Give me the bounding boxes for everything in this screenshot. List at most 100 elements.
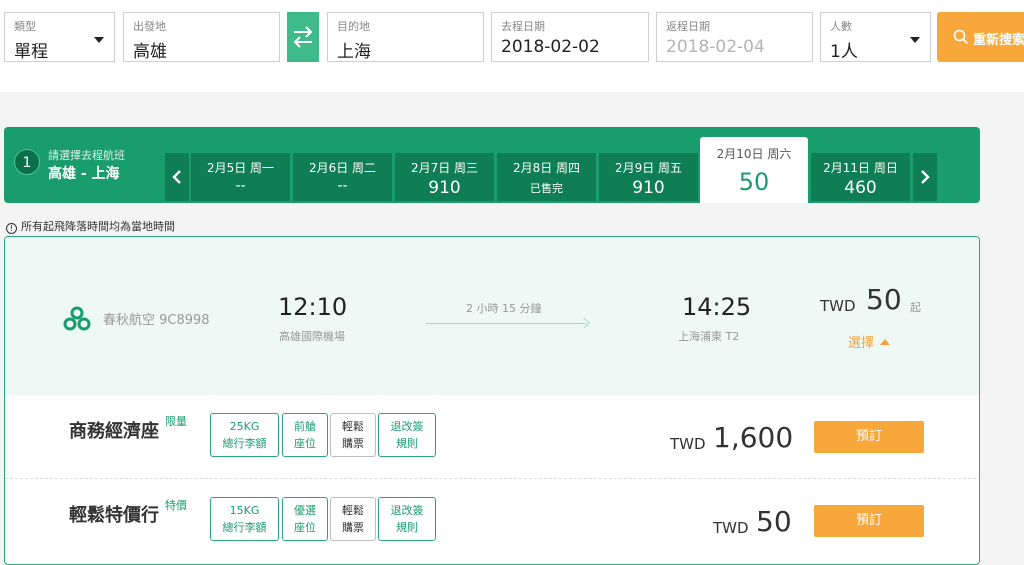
- date-tab-price: --: [337, 178, 348, 194]
- book-button[interactable]: 預訂: [814, 505, 924, 537]
- date-tab-price: 已售完: [530, 182, 563, 195]
- fare-feature-baggage[interactable]: 25KG 總行李額: [210, 413, 279, 457]
- date-tab-price: 910: [632, 178, 665, 198]
- feature-line: 座位: [294, 521, 316, 534]
- flight-card: 春秋航空 9C8998 12:10 高雄國際機場 2 小時 15 分鐘 14:2…: [4, 236, 980, 565]
- passengers-label: 人數: [830, 20, 852, 33]
- destination-field[interactable]: 目的地 上海: [327, 12, 484, 62]
- depart-date-field[interactable]: 去程日期 2018-02-02: [491, 12, 649, 62]
- feature-line: 總行李額: [222, 521, 267, 534]
- date-tab-date: 2月9日 周五: [614, 161, 683, 175]
- feature-line: 購票: [342, 437, 364, 450]
- date-strip: 1 請選擇去程航班 高雄 - 上海 2月5日 周一 -- 2月6日 周二 -- …: [4, 127, 980, 203]
- step-hint: 請選擇去程航班: [48, 149, 125, 162]
- date-tab[interactable]: 2月11日 周日 460: [811, 153, 910, 201]
- date-tab-date: 2月5日 周一: [206, 161, 275, 175]
- date-tab-date: 2月11日 周日: [823, 161, 898, 175]
- arrival-airport: 上海浦東 T2: [678, 330, 740, 343]
- date-tab-date: 2月8日 周四: [512, 161, 581, 175]
- flight-duration: 2 小時 15 分鐘: [466, 302, 542, 315]
- route-name: 高雄 - 上海: [48, 166, 120, 182]
- fare-tag: 特價: [165, 499, 187, 512]
- fare-name: 輕鬆特價行: [69, 505, 159, 526]
- fare-price: 1,600: [713, 421, 794, 454]
- date-tab-selected[interactable]: 2月10日 周六 50: [700, 137, 808, 203]
- fare-feature-booking[interactable]: 輕鬆 購票: [330, 497, 376, 541]
- return-date-label: 返程日期: [666, 20, 710, 33]
- trip-type-value: 單程: [14, 42, 48, 62]
- research-button[interactable]: 重新搜索: [937, 12, 1024, 62]
- origin-value: 高雄: [133, 42, 167, 62]
- trip-type-select[interactable]: 類型 單程: [4, 12, 115, 62]
- feature-line: 座位: [294, 437, 316, 450]
- date-tab[interactable]: 2月9日 周五 910: [599, 153, 698, 201]
- fare-feature-change-rules[interactable]: 退改簽 規則: [378, 413, 436, 457]
- swap-route-button[interactable]: [287, 12, 319, 62]
- fare-currency: TWD: [713, 519, 749, 537]
- feature-line: 輕鬆: [342, 504, 364, 517]
- date-tab[interactable]: 2月5日 周一 --: [191, 153, 290, 201]
- fare-feature-baggage[interactable]: 15KG 總行李額: [210, 497, 279, 541]
- feature-line: 優選: [294, 504, 316, 517]
- select-flight-label: 選擇: [848, 336, 875, 351]
- date-tab-date: 2月7日 周三: [410, 161, 479, 175]
- select-flight-toggle[interactable]: 選擇: [848, 332, 891, 351]
- departure-airport: 高雄國際機場: [279, 330, 345, 343]
- date-tab-date: 2月10日 周六: [716, 147, 792, 161]
- feature-line: 輕鬆: [342, 420, 364, 433]
- timezone-note: ! 所有起飛降落時間均為當地時間: [6, 218, 175, 234]
- depart-date-value: 2018-02-02: [501, 37, 600, 57]
- feature-line: 規則: [396, 521, 418, 534]
- duration-line: [426, 323, 586, 324]
- chevron-left-icon: [172, 170, 181, 184]
- next-dates-button[interactable]: [913, 153, 937, 201]
- date-tab-price: 910: [428, 178, 461, 198]
- research-button-label: 重新搜索: [973, 33, 1024, 48]
- fare-feature-booking[interactable]: 輕鬆 購票: [330, 413, 376, 457]
- chevron-right-icon: [921, 170, 930, 184]
- feature-line: 25KG: [229, 420, 260, 433]
- feature-line: 退改簽: [390, 420, 424, 433]
- date-tab[interactable]: 2月7日 周三 910: [395, 153, 494, 201]
- feature-line: 15KG: [229, 504, 260, 517]
- caret-up-icon: [880, 339, 891, 345]
- prev-dates-button[interactable]: [165, 153, 189, 201]
- step-number: 1: [14, 149, 40, 175]
- date-tab-price: 50: [738, 168, 770, 196]
- fare-feature-change-rules[interactable]: 退改簽 規則: [378, 497, 436, 541]
- swap-icon: [293, 26, 313, 48]
- arrow-right-icon: [578, 317, 590, 329]
- feature-line: 規則: [396, 437, 418, 450]
- flight-summary: 春秋航空 9C8998 12:10 高雄國際機場 2 小時 15 分鐘 14:2…: [5, 237, 979, 395]
- destination-value: 上海: [337, 42, 371, 62]
- departure-time: 12:10: [278, 293, 348, 321]
- timezone-note-text: 所有起飛降落時間均為當地時間: [21, 220, 175, 233]
- fare-feature-seat[interactable]: 優選 座位: [282, 497, 328, 541]
- date-tab[interactable]: 2月6日 周二 --: [293, 153, 392, 201]
- fare-row: 輕鬆特價行 特價 15KG 總行李額 優選 座位 輕鬆 購票 退改簽 規則 TW…: [5, 479, 979, 563]
- feature-line: 購票: [342, 521, 364, 534]
- date-tab[interactable]: 2月8日 周四 已售完: [497, 153, 596, 201]
- price-currency: TWD: [820, 297, 856, 315]
- passengers-select[interactable]: 人數 1人: [820, 12, 931, 62]
- return-date-value: 2018-02-04: [666, 37, 765, 57]
- chevron-down-icon: [94, 37, 104, 43]
- origin-field[interactable]: 出發地 高雄: [123, 12, 280, 62]
- date-tab-price: 460: [844, 178, 877, 198]
- price-from-suffix: 起: [910, 301, 921, 314]
- book-button[interactable]: 預訂: [814, 421, 924, 453]
- airline-flight-number: 春秋航空 9C8998: [103, 313, 210, 328]
- price-from-value: 50: [866, 283, 902, 316]
- return-date-field[interactable]: 返程日期 2018-02-04: [656, 12, 813, 62]
- date-tab-date: 2月6日 周二: [308, 161, 377, 175]
- passengers-value: 1人: [830, 42, 858, 62]
- fare-feature-seat[interactable]: 前艙 座位: [282, 413, 328, 457]
- destination-label: 目的地: [337, 20, 370, 33]
- fare-currency: TWD: [670, 435, 706, 453]
- feature-line: 退改簽: [390, 504, 424, 517]
- chevron-down-icon: [910, 37, 920, 43]
- fare-price: 50: [756, 505, 792, 538]
- feature-line: 前艙: [294, 420, 316, 433]
- arrival-time: 14:25: [682, 293, 752, 321]
- spring-airlines-logo-icon: [63, 306, 91, 331]
